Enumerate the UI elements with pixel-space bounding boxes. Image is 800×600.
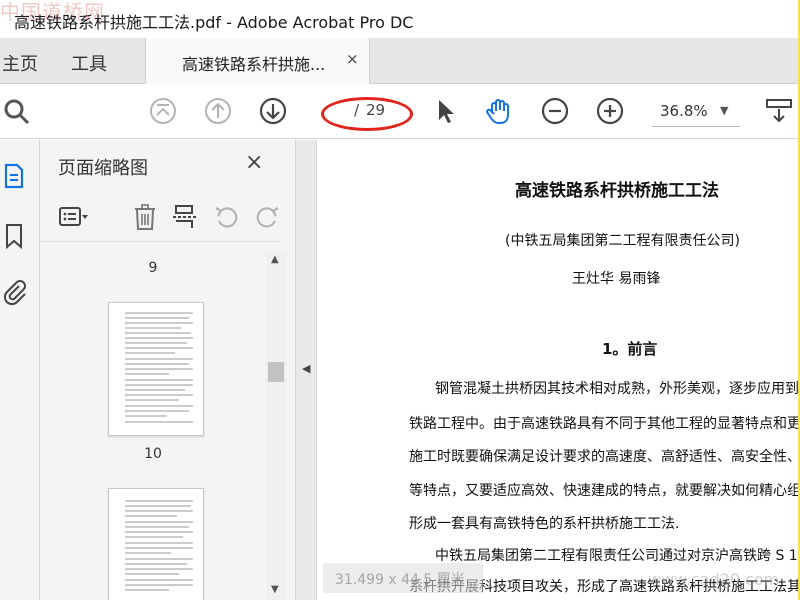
panel-toolbar [40, 192, 280, 242]
page-thumbnail[interactable] [108, 488, 204, 600]
paragraph-line: 施工时既要确保满足设计要求的高速度、高舒适性、高安全性、高密度 [409, 449, 800, 465]
thumbnail-list: 9 10 [40, 242, 266, 600]
paragraph-line: 等特点，又要适应高效、快速建成的特点，就要解决如何精心组织，使 [409, 483, 800, 499]
thumbnail-page-number: 10 [144, 446, 162, 462]
window-title: 高速铁路系杆拱施工工法.pdf - Adobe Acrobat Pro DC [14, 13, 414, 32]
paragraph-line: 铁路工程中。由于高速铁路具有不同于其他工程的显著特点和更高的技 [409, 416, 800, 432]
search-icon[interactable] [2, 96, 32, 126]
document-organization: (中铁五局集团第二工程有限责任公司) [505, 233, 740, 249]
thumbnail-page-number: 9 [148, 260, 158, 276]
document-view[interactable]: 高速铁路系杆拱桥施工工法 (中铁五局集团第二工程有限责任公司) 王灶华 易雨锋 … [317, 140, 800, 600]
zoom-level[interactable]: 36.8% [660, 102, 708, 120]
section-heading: 1。前言 [602, 340, 658, 358]
attachment-icon[interactable] [2, 278, 26, 306]
title-bar: 中国道桥网 高速铁路系杆拱施工工法.pdf - Adobe Acrobat Pr… [0, 0, 800, 38]
page-size-tooltip: 31.499 x 44.5 厘米 [323, 563, 483, 593]
scroll-mode-icon[interactable] [764, 96, 794, 126]
thumbnail-options-icon[interactable] [58, 202, 88, 232]
panel-splitter[interactable]: ◀ [295, 140, 317, 600]
panel-close-button[interactable]: × [245, 150, 263, 175]
panel-title: 页面缩略图 [58, 158, 148, 179]
zoom-underline [652, 126, 740, 127]
page-number-highlight [321, 97, 413, 131]
paragraph-line: 形成一套具有高铁特色的系杆拱桥施工工法. [409, 516, 680, 532]
page-thumbnails-icon[interactable] [2, 162, 26, 190]
scrollbar-thumb[interactable] [268, 362, 284, 382]
page-thumbnail[interactable] [108, 302, 204, 436]
thumbnail-text-preview [125, 312, 193, 423]
tab-home[interactable]: 主页 [2, 50, 38, 76]
delete-page-icon[interactable] [130, 202, 160, 232]
thumbnails-panel: 页面缩略图 × 9 10 ▲ ▼ [40, 140, 295, 600]
previous-page-icon[interactable] [203, 96, 233, 126]
thumbnail-text-preview [125, 500, 193, 591]
collapse-panel-icon[interactable]: ◀ [302, 362, 310, 375]
navigation-rail [0, 140, 40, 600]
select-cursor-icon[interactable] [430, 96, 460, 126]
hand-tool-icon[interactable] [484, 96, 514, 126]
tab-close-button[interactable]: × [346, 50, 359, 68]
tab-document-label: 高速铁路系杆拱施... [182, 55, 326, 74]
paragraph-line: 钢管混凝土拱桥因其技术相对成熟，外形美观，逐步应用到客运专 [435, 381, 800, 397]
zoom-dropdown-icon[interactable]: ▼ [720, 104, 728, 117]
scroll-down-icon[interactable]: ▼ [271, 584, 279, 595]
tab-tools[interactable]: 工具 [71, 50, 107, 76]
tab-bar: 主页 工具 高速铁路系杆拱施... × [0, 38, 800, 84]
bookmark-icon[interactable] [2, 222, 26, 250]
page-size-text: 31.499 x 44.5 厘米 [335, 572, 465, 588]
next-page-icon[interactable] [258, 96, 288, 126]
site-watermark: www.cad20.com [648, 570, 780, 589]
rotate-counterclockwise-icon[interactable] [212, 202, 242, 232]
zoom-out-icon[interactable] [540, 96, 570, 126]
zoom-in-icon[interactable] [595, 96, 625, 126]
scroll-up-icon[interactable]: ▲ [271, 254, 279, 265]
tab-document[interactable]: 高速铁路系杆拱施... × [145, 38, 370, 84]
extract-page-icon[interactable] [170, 202, 200, 232]
paragraph-line: 中铁五局集团第二工程有限责任公司通过对京沪高铁跨 S 1 22 省道 [435, 548, 800, 564]
first-page-icon[interactable] [148, 96, 178, 126]
rotate-clockwise-icon[interactable] [252, 202, 282, 232]
thumbnail-scrollbar[interactable]: ▲ ▼ [266, 252, 286, 600]
document-title: 高速铁路系杆拱桥施工工法 [515, 181, 719, 201]
document-authors: 王灶华 易雨锋 [572, 271, 661, 287]
